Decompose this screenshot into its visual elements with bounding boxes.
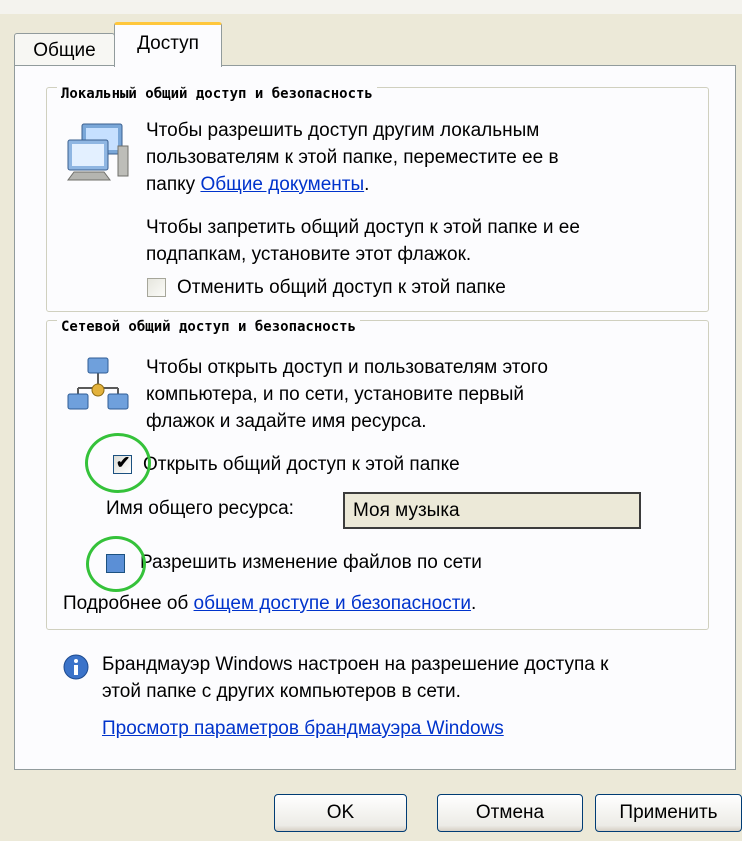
sharing-security-link[interactable]: общем доступе и безопасности (194, 593, 472, 614)
local-text2-line2: подпапкам, установите этот флажок. (146, 244, 472, 265)
computers-icon (67, 123, 129, 181)
ok-button[interactable]: OK (274, 794, 407, 832)
network-text-line2: компьютера, и по сети, установите первый (146, 384, 524, 405)
share-folder-checkbox-label[interactable]: Открыть общий доступ к этой папке (143, 452, 460, 478)
network-text-line1: Чтобы открыть доступ и пользователям это… (146, 357, 548, 378)
local-text-line1: Чтобы разрешить доступ другим локальным (146, 120, 540, 141)
local-sharing-group-title: Локальный общий доступ и безопасность (57, 86, 377, 102)
network-icon (67, 357, 129, 410)
more-info-prefix: Подробнее об (63, 593, 194, 614)
share-name-label: Имя общего ресурса: (106, 498, 294, 519)
network-sharing-group-title: Сетевой общий доступ и безопасность (57, 319, 361, 335)
tab-general[interactable]: Общие (14, 33, 115, 66)
share-folder-checkbox[interactable]: ✔ (113, 453, 132, 474)
share-name-input[interactable]: Моя музыка (343, 492, 641, 529)
make-private-checkbox-label[interactable]: Отменить общий доступ к этой папке (177, 275, 506, 301)
firewall-text-line1: Брандмауэр Windows настроен на разрешени… (102, 654, 609, 675)
firewall-settings-link[interactable]: Просмотр параметров брандмауэра Windows (102, 716, 504, 742)
allow-changes-checkbox-label[interactable]: Разрешить изменение файлов по сети (140, 550, 482, 576)
local-text-line3-prefix: папку (146, 174, 201, 195)
local-text-line3-suffix: . (364, 174, 370, 195)
local-text-line2: пользователям к этой папке, переместите … (146, 147, 559, 168)
info-icon (63, 654, 89, 680)
apply-button[interactable]: Применить (595, 794, 742, 832)
window-top-strip (0, 0, 742, 14)
network-text-line3: флажок и задайте имя ресурса. (146, 411, 427, 432)
checkmark-icon: ✔ (116, 453, 131, 472)
shared-documents-link[interactable]: Общие документы (200, 174, 364, 195)
firewall-text-line2: этой папке с других компьютеров в сети. (102, 681, 461, 702)
local-text2-line1: Чтобы запретить общий доступ к этой папк… (146, 217, 580, 238)
tab-sharing[interactable]: Доступ (114, 22, 222, 67)
more-info-line: Подробнее об общем доступе и безопасност… (63, 591, 476, 617)
more-info-suffix: . (471, 593, 477, 614)
cancel-button[interactable]: Отмена (437, 794, 583, 832)
local-text-line3: папку Общие документы. (146, 172, 369, 198)
allow-changes-checkbox[interactable] (106, 554, 125, 573)
make-private-checkbox[interactable] (147, 278, 166, 297)
